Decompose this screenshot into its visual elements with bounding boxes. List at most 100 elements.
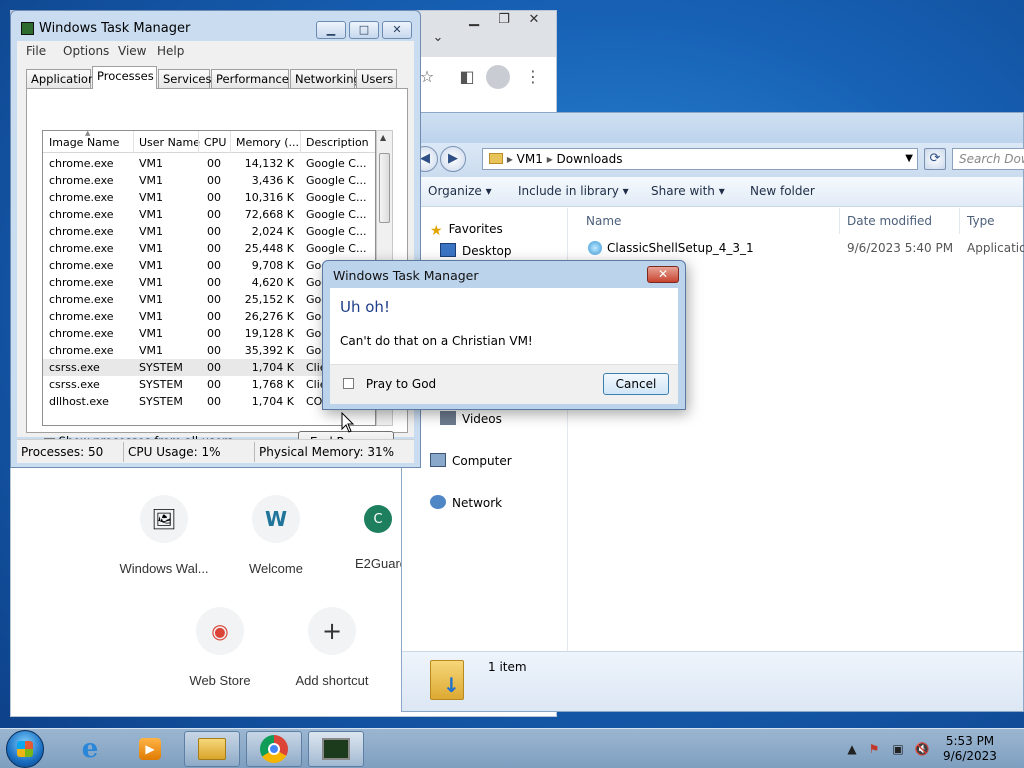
- menu-file[interactable]: File: [26, 44, 46, 58]
- tile-label: Welcome: [249, 561, 303, 576]
- tab-applications[interactable]: Applications: [26, 69, 101, 88]
- dialog-message: Can't do that on a Christian VM!: [340, 334, 533, 348]
- share-with-button[interactable]: Share with ▾: [651, 184, 725, 198]
- tab-networking[interactable]: Networking: [290, 69, 361, 88]
- close-icon[interactable]: ✕: [519, 11, 549, 29]
- process-image-name: chrome.exe: [49, 225, 114, 238]
- process-memory: 2,024 K: [251, 225, 294, 238]
- taskbar-internet-explorer[interactable]: e: [62, 731, 118, 767]
- forward-icon[interactable]: ▶: [440, 146, 466, 172]
- process-row[interactable]: chrome.exe VM1 00 3,436 K Google C...: [43, 172, 375, 189]
- system-clock[interactable]: 5:53 PM 9/6/2023: [930, 734, 1010, 764]
- process-cpu: 00: [207, 293, 221, 306]
- process-description: Google C...: [306, 157, 367, 170]
- taskbar-explorer[interactable]: [184, 731, 240, 767]
- search-input[interactable]: Search Downloads: [952, 148, 1024, 170]
- address-dropdown-icon[interactable]: ▼: [905, 149, 913, 169]
- column-user-name[interactable]: User Name: [139, 136, 200, 149]
- include-in-library-button[interactable]: Include in library ▾: [518, 184, 629, 198]
- file-row[interactable]: ClassicShellSetup_4_3_1: [588, 241, 754, 255]
- process-memory: 26,276 K: [244, 310, 294, 323]
- show-hidden-icons-icon[interactable]: ▲: [844, 741, 860, 757]
- process-row[interactable]: chrome.exe VM1 00 2,024 K Google C...: [43, 223, 375, 240]
- tile-label: Web Store: [189, 673, 251, 688]
- side-panel-icon[interactable]: ◧: [453, 63, 481, 91]
- clock-date: 9/6/2023: [943, 749, 997, 763]
- process-user-name: VM1: [139, 157, 164, 170]
- maximize-icon[interactable]: ❐: [489, 11, 519, 29]
- window-title: Windows Task Manager: [39, 21, 191, 36]
- file-date: 9/6/2023 5:40 PM: [847, 241, 954, 255]
- column-description[interactable]: Description: [306, 136, 369, 149]
- ntp-tile-web-store[interactable]: ◉ Web Store: [160, 607, 280, 688]
- column-type[interactable]: Type: [967, 214, 995, 228]
- dialog-content: Uh oh! Can't do that on a Christian VM!: [330, 288, 678, 364]
- ntp-tile-add-shortcut[interactable]: + Add shortcut: [272, 607, 392, 688]
- network-status-icon[interactable]: ▣: [890, 741, 906, 757]
- breadcrumb-downloads[interactable]: Downloads: [557, 152, 623, 166]
- process-user-name: SYSTEM: [139, 395, 183, 408]
- taskbar-chrome[interactable]: [246, 731, 302, 767]
- process-image-name: chrome.exe: [49, 276, 114, 289]
- column-cpu[interactable]: CPU: [204, 136, 226, 149]
- computer-icon: [430, 453, 446, 467]
- scroll-up-icon[interactable]: ▲: [380, 133, 386, 142]
- tab-performance[interactable]: Performance: [211, 69, 289, 88]
- profile-avatar[interactable]: [486, 65, 510, 89]
- menu-options[interactable]: Options: [63, 44, 109, 58]
- windows-logo-icon: [17, 741, 33, 757]
- maximize-button[interactable]: □: [349, 21, 379, 39]
- start-button[interactable]: [6, 730, 44, 768]
- close-button[interactable]: ✕: [382, 21, 412, 39]
- volume-muted-icon[interactable]: 🔇: [914, 741, 930, 757]
- action-center-icon[interactable]: ⚑: [866, 741, 882, 757]
- new-folder-button[interactable]: New folder: [750, 184, 815, 198]
- pray-to-god-checkbox[interactable]: Pray to God: [343, 377, 436, 391]
- address-bar[interactable]: ▸ VM1 ▸ Downloads ▼: [482, 148, 918, 170]
- menu-view[interactable]: View: [118, 44, 146, 58]
- ntp-tile-e2guard[interactable]: C E2Guard: [328, 495, 404, 571]
- minimize-button[interactable]: ▁: [316, 21, 346, 39]
- process-row[interactable]: chrome.exe VM1 00 72,668 K Google C...: [43, 206, 375, 223]
- process-cpu: 00: [207, 174, 221, 187]
- nav-videos[interactable]: Videos: [440, 411, 502, 426]
- process-user-name: VM1: [139, 242, 164, 255]
- process-row[interactable]: chrome.exe VM1 00 10,316 K Google C...: [43, 189, 375, 206]
- nav-network[interactable]: Network: [430, 495, 502, 510]
- nav-favorites[interactable]: ★ Favorites: [430, 222, 503, 239]
- taskbar-media-player[interactable]: ▶: [122, 731, 178, 767]
- ntp-tile-welcome[interactable]: W Welcome: [216, 495, 336, 576]
- cancel-button[interactable]: Cancel: [603, 373, 669, 395]
- breadcrumb-vm1[interactable]: VM1: [517, 152, 543, 166]
- process-row[interactable]: chrome.exe VM1 00 14,132 K Google C...: [43, 155, 375, 172]
- command-bar: Organize ▾ Include in library ▾ Share wi…: [402, 177, 1023, 207]
- nav-desktop[interactable]: Desktop: [440, 243, 512, 258]
- taskbar-task-manager[interactable]: [308, 731, 364, 767]
- minimize-icon[interactable]: ▁: [459, 11, 489, 29]
- tab-users[interactable]: Users: [356, 69, 397, 88]
- process-image-name: chrome.exe: [49, 293, 114, 306]
- task-manager-icon: [322, 738, 350, 760]
- status-divider: [123, 442, 124, 462]
- organize-button[interactable]: Organize ▾: [428, 184, 492, 198]
- dialog-close-button[interactable]: ✕: [647, 266, 679, 283]
- checkbox-box[interactable]: [343, 378, 354, 389]
- column-date-modified[interactable]: Date modified: [847, 214, 932, 228]
- column-memory[interactable]: Memory (...: [236, 136, 298, 149]
- status-processes: Processes: 50: [21, 445, 104, 459]
- process-image-name: chrome.exe: [49, 259, 114, 272]
- nav-label: Videos: [462, 412, 502, 426]
- ntp-tile-windows-wallpaper[interactable]: 🖼 Windows Wal...: [104, 495, 224, 576]
- refresh-icon[interactable]: ⟳: [924, 148, 946, 170]
- column-image-name[interactable]: Image Name: [49, 136, 119, 149]
- more-menu-icon[interactable]: ⋮: [519, 63, 547, 91]
- menu-help[interactable]: Help: [157, 44, 184, 58]
- nav-computer[interactable]: Computer: [430, 453, 512, 468]
- column-name[interactable]: Name: [586, 214, 621, 228]
- process-row[interactable]: chrome.exe VM1 00 25,448 K Google C...: [43, 240, 375, 257]
- tab-processes[interactable]: Processes: [92, 66, 157, 89]
- chevron-down-icon[interactable]: ⌄: [423, 29, 453, 47]
- scrollbar-thumb[interactable]: [379, 153, 390, 223]
- tab-services[interactable]: Services: [158, 69, 212, 88]
- process-image-name: chrome.exe: [49, 174, 114, 187]
